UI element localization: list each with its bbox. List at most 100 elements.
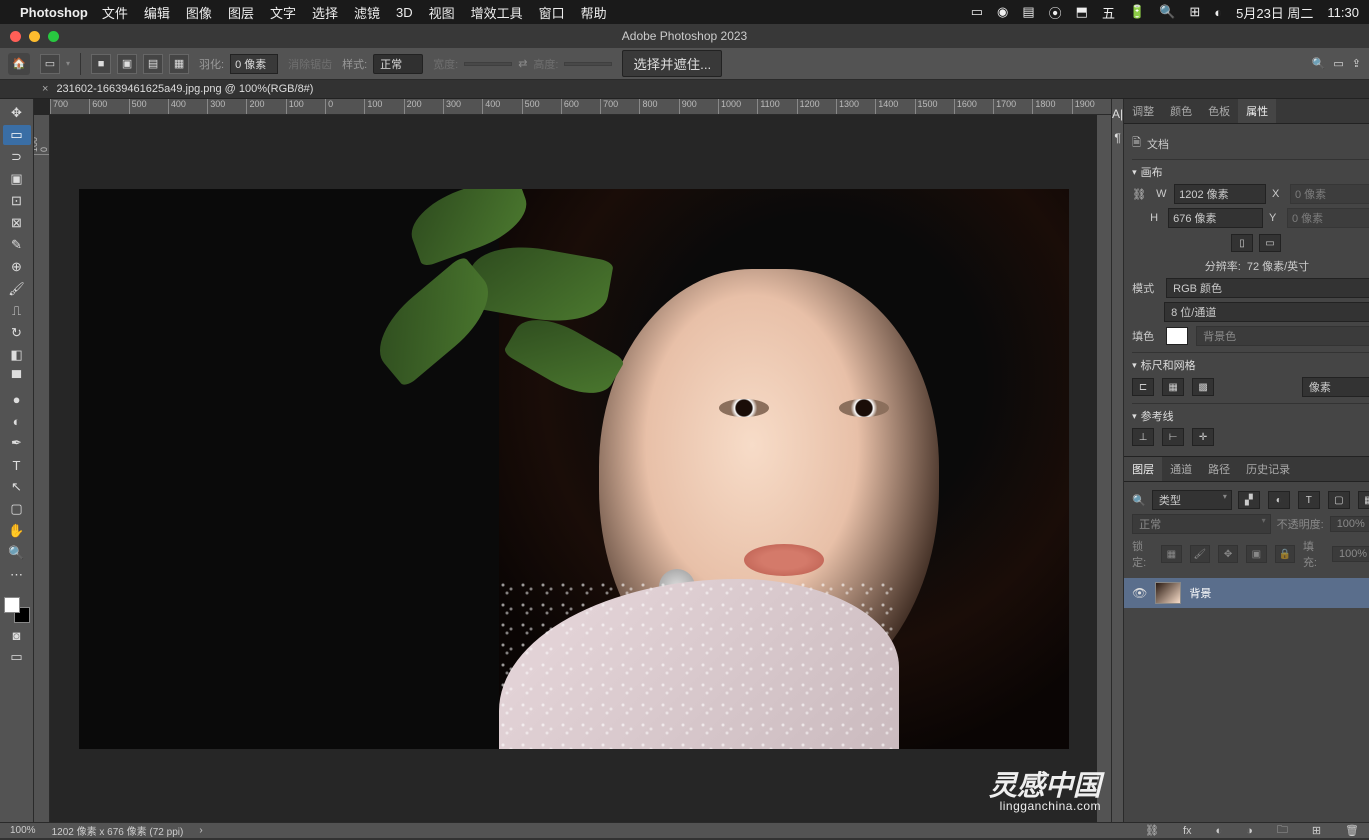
menubar-time[interactable]: 11:30 xyxy=(1327,5,1359,20)
brush-tool[interactable]: 🖌 xyxy=(3,279,31,299)
menu-view[interactable]: 视图 xyxy=(429,3,455,22)
gradient-tool[interactable]: ▀ xyxy=(3,367,31,387)
menubar-date[interactable]: 5月23日 周二 xyxy=(1236,3,1313,22)
menubar-battery-icon[interactable]: 🔋 xyxy=(1129,4,1145,20)
menubar-lang-icon[interactable]: 五 xyxy=(1102,3,1115,22)
pen-tool[interactable]: ✒ xyxy=(3,433,31,453)
zoom-tool[interactable]: 🔍 xyxy=(3,543,31,563)
tab-swatches[interactable]: 色板 xyxy=(1200,99,1238,123)
maximize-button[interactable] xyxy=(48,31,59,42)
selection-new-icon[interactable]: ■ xyxy=(91,54,111,74)
canvas[interactable] xyxy=(50,115,1097,822)
marquee-tool-icon[interactable]: ▭ xyxy=(40,54,60,74)
minimize-button[interactable] xyxy=(29,31,40,42)
para-panel-icon[interactable]: ¶ xyxy=(1114,131,1120,145)
canvas-height-input[interactable]: 676 像素 xyxy=(1168,208,1263,228)
healing-tool[interactable]: ⊕ xyxy=(3,257,31,277)
fill-select[interactable]: 背景色 xyxy=(1196,326,1369,346)
doc-dimensions[interactable]: 1202 像素 x 676 像素 (72 ppi) xyxy=(52,823,184,838)
fg-color-swatch[interactable] xyxy=(4,597,20,613)
status-fx-icon[interactable]: fx xyxy=(1183,825,1192,837)
filter-type-icon[interactable]: T xyxy=(1298,491,1320,509)
status-link-icon[interactable]: ⛓ xyxy=(1145,824,1159,837)
color-swatches[interactable] xyxy=(4,597,30,623)
share-icon[interactable]: ⇪ xyxy=(1352,57,1361,70)
orient-landscape-icon[interactable]: ▭ xyxy=(1259,234,1281,252)
orient-portrait-icon[interactable]: ▯ xyxy=(1231,234,1253,252)
feather-input[interactable]: 0 像素 xyxy=(230,54,278,74)
menubar-control-icon[interactable]: ⊞ xyxy=(1189,4,1200,20)
screenmode-tool[interactable]: ▭ xyxy=(3,647,31,667)
ruler-horizontal[interactable]: 7006005004003002001000100200300400500600… xyxy=(50,99,1111,115)
selection-intersect-icon[interactable]: ▦ xyxy=(169,54,189,74)
zoom-value[interactable]: 100% xyxy=(10,825,36,836)
canvas-section-header[interactable]: 画布 xyxy=(1132,164,1369,180)
filter-shape-icon[interactable]: ▢ xyxy=(1328,491,1350,509)
lock-trans-icon[interactable]: ▦ xyxy=(1161,545,1181,563)
status-group-icon[interactable]: 🗀 xyxy=(1277,821,1288,840)
fill-swatch[interactable] xyxy=(1166,327,1188,345)
workspace-icon[interactable]: ▭ xyxy=(1333,57,1343,70)
rulers-section-header[interactable]: 标尺和网格 xyxy=(1132,357,1369,373)
guide-both-icon[interactable]: ✛ xyxy=(1192,428,1214,446)
guides-section-header[interactable]: 参考线 xyxy=(1132,408,1369,424)
select-mask-button[interactable]: 选择并遮住... xyxy=(622,50,722,77)
ruler-icon[interactable]: ⊏ xyxy=(1132,378,1154,396)
menubar-search-icon[interactable]: 🔍 xyxy=(1159,4,1175,20)
document-tab[interactable]: 231602-16639461625a49.jpg.png @ 100%(RGB… xyxy=(56,83,313,95)
eraser-tool[interactable]: ◧ xyxy=(3,345,31,365)
app-name[interactable]: Photoshop xyxy=(20,5,88,20)
menu-plugins[interactable]: 增效工具 xyxy=(471,3,523,22)
search-icon[interactable]: 🔍 xyxy=(1312,57,1326,70)
filter-smart-icon[interactable]: ▦ xyxy=(1358,491,1369,509)
lock-paint-icon[interactable]: 🖌 xyxy=(1190,545,1210,563)
filter-icon[interactable]: 🔍 xyxy=(1132,494,1146,507)
ruler-vertical[interactable]: 01002003004005006007008009001000 xyxy=(34,115,50,822)
hand-tool[interactable]: ✋ xyxy=(3,521,31,541)
status-caret-icon[interactable]: › xyxy=(199,825,202,836)
lock-all-icon[interactable]: 🔒 xyxy=(1275,545,1295,563)
menu-filter[interactable]: 滤镜 xyxy=(354,3,380,22)
menu-file[interactable]: 文件 xyxy=(102,3,128,22)
eyedropper-tool[interactable]: ✎ xyxy=(3,235,31,255)
layer-thumbnail[interactable] xyxy=(1155,582,1181,604)
quickmask-tool[interactable]: ◙ xyxy=(3,625,31,645)
menubar-notif-icon[interactable]: ⬒ xyxy=(1076,4,1088,20)
menubar-siri-icon[interactable]: ◐ xyxy=(1214,5,1222,20)
lasso-tool[interactable]: ⊃ xyxy=(3,147,31,167)
tab-paths[interactable]: 路径 xyxy=(1200,457,1238,481)
menu-help[interactable]: 帮助 xyxy=(581,3,607,22)
marquee-tool[interactable]: ▭ xyxy=(3,125,31,145)
layer-name[interactable]: 背景 xyxy=(1189,585,1360,601)
layer-filter-select[interactable]: 类型 xyxy=(1152,490,1232,510)
pixel-grid-icon[interactable]: ▩ xyxy=(1192,378,1214,396)
char-panel-icon[interactable]: A| xyxy=(1112,107,1123,121)
type-tool[interactable]: T xyxy=(3,455,31,475)
dodge-tool[interactable]: ◐ xyxy=(3,411,31,431)
tab-layers[interactable]: 图层 xyxy=(1124,457,1162,481)
menu-3d[interactable]: 3D xyxy=(396,5,413,20)
style-select[interactable]: 正常 xyxy=(373,54,423,74)
status-adjust-icon[interactable]: ◑ xyxy=(1246,825,1253,837)
lock-nest-icon[interactable]: ▣ xyxy=(1246,545,1266,563)
menu-image[interactable]: 图像 xyxy=(186,3,212,22)
blur-tool[interactable]: ● xyxy=(3,389,31,409)
crop-tool[interactable]: ⊡ xyxy=(3,191,31,211)
filter-pixel-icon[interactable]: ▞ xyxy=(1238,491,1260,509)
scrollbar-vertical[interactable] xyxy=(1097,115,1111,822)
filter-adjust-icon[interactable]: ◐ xyxy=(1268,491,1290,509)
menubar-icon[interactable]: ▭ xyxy=(971,4,983,20)
guide-v-icon[interactable]: ⊢ xyxy=(1162,428,1184,446)
depth-select[interactable]: 8 位/通道 xyxy=(1164,302,1369,322)
mode-select[interactable]: RGB 颜色 xyxy=(1166,278,1369,298)
menubar-chat-icon[interactable]: ▤ xyxy=(1022,4,1034,20)
layer-row[interactable]: 👁 背景 🔒 xyxy=(1124,578,1369,608)
menu-type[interactable]: 文字 xyxy=(270,3,296,22)
close-tab-icon[interactable]: × xyxy=(42,83,48,95)
selection-add-icon[interactable]: ▣ xyxy=(117,54,137,74)
stamp-tool[interactable]: ⎍ xyxy=(3,301,31,321)
tab-color[interactable]: 颜色 xyxy=(1162,99,1200,123)
visibility-icon[interactable]: 👁 xyxy=(1132,586,1147,600)
link-wh-icon[interactable]: ⛓ xyxy=(1132,188,1146,201)
tab-adjustments[interactable]: 调整 xyxy=(1124,99,1162,123)
